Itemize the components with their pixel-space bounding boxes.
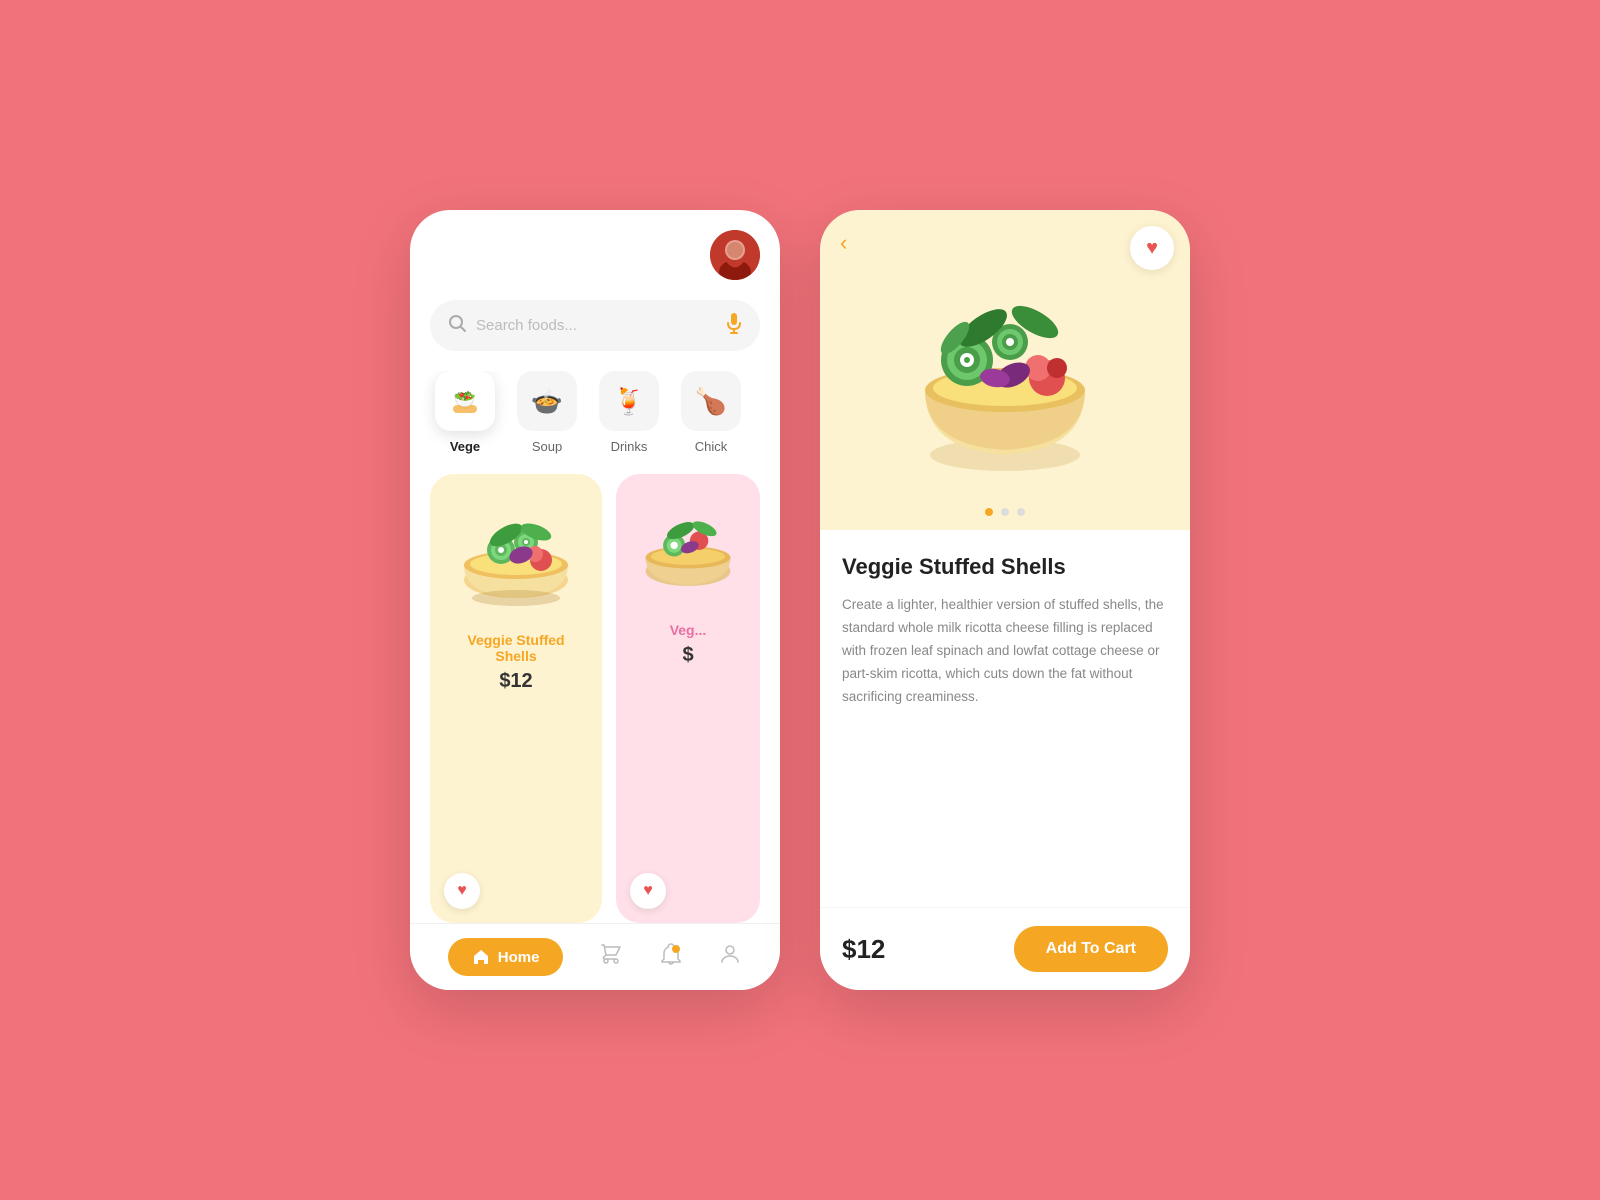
detail-price: $12 <box>842 934 885 965</box>
mic-icon[interactable] <box>726 312 742 339</box>
detail-hero-image <box>895 260 1115 480</box>
food-card-price-veggie: $12 <box>499 670 532 693</box>
detail-title: Veggie Stuffed Shells <box>842 554 1168 580</box>
heart-button-veggie[interactable]: ♥ <box>444 873 480 909</box>
screen-left: Search foods... 🥗 V <box>410 210 780 990</box>
cart-nav-icon[interactable] <box>599 942 623 972</box>
category-vege[interactable]: 🥗 Vege <box>430 371 500 454</box>
food-card-title-second: Veg... <box>670 622 707 638</box>
home-icon <box>472 948 490 966</box>
food-card-veggie-stuffed[interactable]: Veggie Stuffed Shells $12 ♥ <box>430 474 602 923</box>
dot-2[interactable] <box>1001 508 1009 516</box>
left-header <box>410 210 780 290</box>
user-nav-icon[interactable] <box>718 942 742 972</box>
home-nav-button[interactable]: Home <box>448 938 564 976</box>
category-chicken[interactable]: 🍗 Chick <box>676 371 746 454</box>
categories-list: 🥗 Vege 🍲 Soup 🍹 Drinks 🍗 <box>410 371 780 474</box>
screens-container: Search foods... 🥗 V <box>410 210 1190 990</box>
bottom-nav: Home <box>410 923 780 990</box>
category-label-vege: Vege <box>450 439 480 454</box>
category-label-soup: Soup <box>532 439 562 454</box>
bell-nav-icon[interactable] <box>659 942 683 972</box>
category-soup[interactable]: 🍲 Soup <box>512 371 582 454</box>
food-card-second[interactable]: Veg... $ ♥ <box>616 474 760 923</box>
search-bar[interactable]: Search foods... <box>430 300 760 351</box>
heart-button-second[interactable]: ♥ <box>630 873 666 909</box>
detail-heart-button[interactable]: ♥ <box>1130 226 1174 270</box>
food-card-title-veggie: Veggie Stuffed Shells <box>446 632 586 664</box>
search-placeholder: Search foods... <box>476 317 716 334</box>
food-cards-list: Veggie Stuffed Shells $12 ♥ <box>410 474 780 923</box>
detail-footer: $12 Add To Cart <box>820 907 1190 990</box>
category-label-chicken: Chick <box>695 439 728 454</box>
svg-text:🥗: 🥗 <box>454 389 476 409</box>
detail-content: Veggie Stuffed Shells Create a lighter, … <box>820 530 1190 907</box>
category-icon-chicken: 🍗 <box>681 371 741 431</box>
food-card-image-second <box>628 490 748 610</box>
category-label-drinks: Drinks <box>611 439 648 454</box>
dot-3[interactable] <box>1017 508 1025 516</box>
screen-right: ‹ ♥ <box>820 210 1190 990</box>
detail-hero: ‹ ♥ <box>820 210 1190 530</box>
avatar[interactable] <box>710 230 760 280</box>
food-card-image-veggie <box>446 490 586 620</box>
back-button[interactable]: ‹ <box>840 230 847 256</box>
detail-description: Create a lighter, healthier version of s… <box>842 594 1168 709</box>
category-icon-vege: 🥗 <box>435 371 495 431</box>
add-to-cart-button[interactable]: Add To Cart <box>1014 926 1168 972</box>
search-icon <box>448 314 466 337</box>
category-icon-soup: 🍲 <box>517 371 577 431</box>
dot-1[interactable] <box>985 508 993 516</box>
home-label: Home <box>498 949 540 966</box>
category-drinks[interactable]: 🍹 Drinks <box>594 371 664 454</box>
carousel-dots <box>985 508 1025 516</box>
food-card-price-second: $ <box>682 644 693 667</box>
category-icon-drinks: 🍹 <box>599 371 659 431</box>
